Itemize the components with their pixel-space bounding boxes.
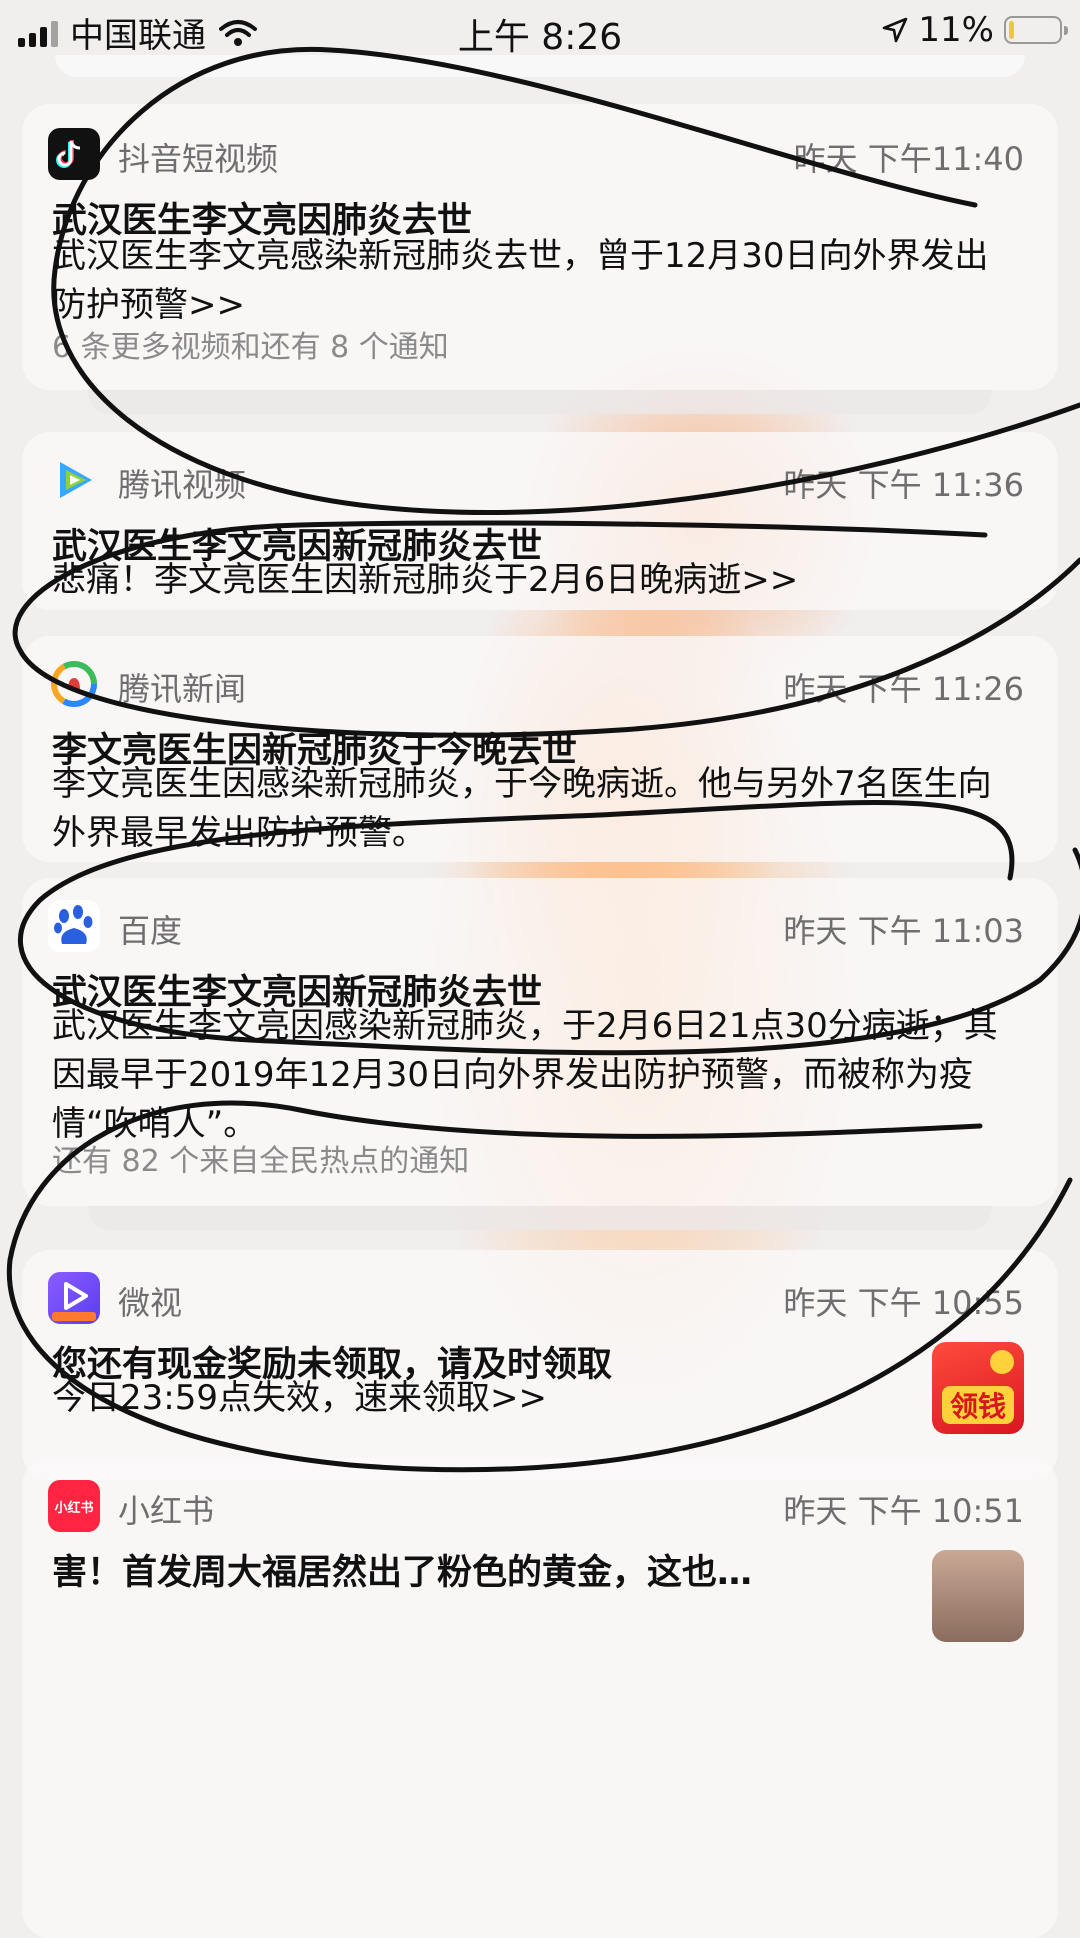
xiaohongshu-icon: 小红书: [48, 1480, 100, 1532]
app-name: 小红书: [118, 1492, 215, 1530]
tencent-video-icon: [48, 454, 100, 506]
notification-douyin[interactable]: 抖音短视频 昨天 下午11:40 武汉医生李文亮因肺炎去世 武汉医生李文亮感染新…: [22, 104, 1058, 390]
notification-tencent-video[interactable]: 腾讯视频 昨天 下午 11:36 武汉医生李文亮因新冠肺炎去世 悲痛！李文亮医生…: [22, 432, 1058, 610]
notification-body: 悲痛！李文亮医生因新冠肺炎于2月6日晚病逝>>: [52, 560, 799, 600]
battery-icon: [1004, 16, 1068, 44]
thumbnail-text: 领钱: [950, 1390, 1006, 1423]
notification-time: 昨天 下午 10:55: [783, 1284, 1024, 1322]
more-notifications-text: 还有 82 个来自全民热点的通知: [52, 1144, 470, 1179]
douyin-icon: [48, 128, 100, 180]
app-name: 抖音短视频: [118, 140, 279, 178]
notification-time: 昨天 下午 11:36: [783, 466, 1024, 504]
status-bar: 中国联通 上午 8:26 11%: [0, 0, 1080, 62]
location-arrow-icon: [883, 17, 908, 43]
app-name: 微视: [118, 1284, 183, 1322]
more-notifications-text: 6 条更多视频和还有 8 个通知: [52, 330, 449, 365]
notification-xiaohongshu[interactable]: 小红书 小红书 昨天 下午 10:51 害！首发周大福居然出了粉色的黄金，这也…: [22, 1458, 1058, 1938]
icon-label: 小红书: [54, 1500, 94, 1516]
app-name: 百度: [118, 912, 183, 950]
notification-body: 武汉医生李文亮感染新冠肺炎去世，曾于12月30日向外界发出防护预警>>: [52, 236, 989, 325]
app-name: 腾讯视频: [118, 466, 247, 504]
notification-tencent-news[interactable]: 腾讯新闻 昨天 下午 11:26 李文亮医生因新冠肺炎于今晚去世 李文亮医生因感…: [22, 636, 1058, 862]
notification-baidu[interactable]: 百度 昨天 下午 11:03 武汉医生李文亮因新冠肺炎去世 武汉医生李文亮因感染…: [22, 878, 1058, 1206]
notification-body: 今日23:59点失效，速来领取>>: [52, 1378, 547, 1418]
tencent-news-icon: [48, 658, 100, 710]
notification-time: 昨天 下午 10:51: [783, 1492, 1024, 1530]
baidu-paw-icon: [48, 900, 100, 952]
stacked-notification-edge: [88, 1206, 992, 1230]
battery-percent: 11%: [918, 10, 994, 50]
notification-weishi[interactable]: 微视 昨天 下午 10:55 您还有现金奖励未领取，请及时领取 今日23:59点…: [22, 1250, 1058, 1480]
notification-body: 武汉医生李文亮因感染新冠肺炎，于2月6日21点30分病逝；其因最早于2019年1…: [52, 1006, 998, 1144]
notification-body: 李文亮医生因感染新冠肺炎，于今晚病逝。他与另外7名医生向外界最早发出防护预警。: [52, 764, 992, 853]
notification-time: 昨天 下午 11:26: [783, 670, 1024, 708]
notification-time: 昨天 下午 11:03: [783, 912, 1024, 950]
notification-title: 害！首发周大福居然出了粉色的黄金，这也…: [52, 1553, 753, 1593]
notification-time: 昨天 下午11:40: [793, 140, 1024, 178]
lingqian-thumbnail: 领钱: [932, 1342, 1024, 1434]
stacked-notification-edge: [88, 390, 992, 414]
app-name: 腾讯新闻: [118, 670, 247, 708]
previous-notification-edge: [55, 55, 1025, 77]
weishi-icon: [48, 1272, 100, 1324]
post-thumbnail: [932, 1550, 1024, 1642]
